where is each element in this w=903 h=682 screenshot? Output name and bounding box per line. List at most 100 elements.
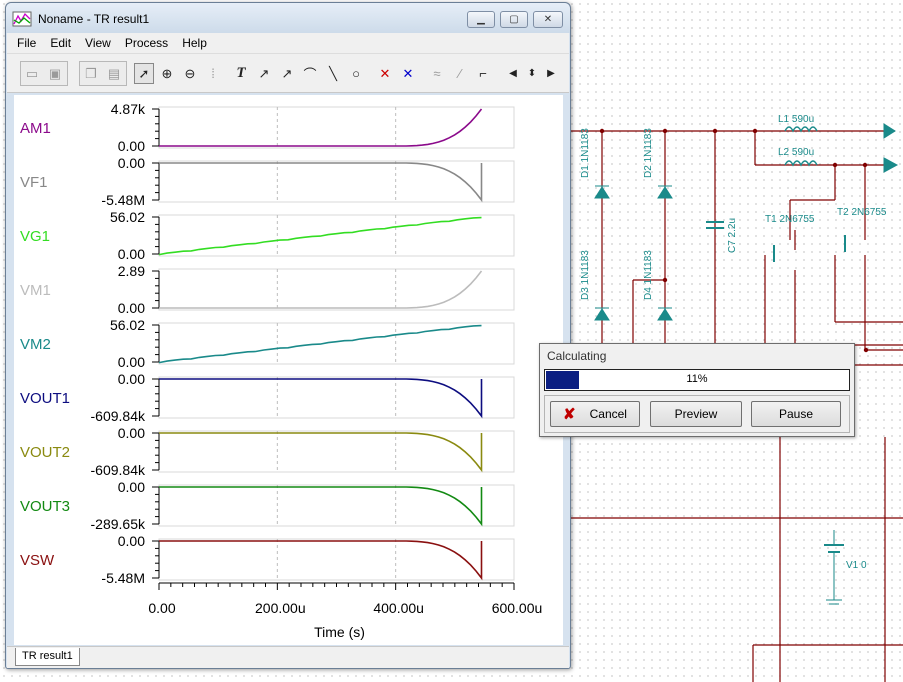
chart-app-icon [12, 11, 32, 27]
inductor-coils [784, 126, 818, 167]
grid-icon[interactable]: ⁞ [203, 63, 223, 84]
y-bottom-label: 0.00 [118, 300, 145, 316]
copy-icon[interactable]: ❐ [81, 63, 101, 84]
text-icon[interactable]: T [231, 63, 251, 84]
pause-button[interactable]: Pause [751, 401, 841, 427]
y-top-label: 0.00 [118, 155, 145, 171]
preview-button-label: Preview [674, 407, 718, 421]
signal-name-vf1[interactable]: VF1 [20, 174, 48, 191]
calculating-dialog: Calculating 11% ✘ Cancel Preview Pause [539, 343, 855, 437]
trace-vout1[interactable] [159, 378, 483, 419]
title-bar[interactable]: Noname - TR result1 ▁ ▢ ✕ [6, 3, 570, 33]
label-d2: D2 1N1183 [643, 128, 654, 178]
menu-edit[interactable]: Edit [50, 36, 71, 50]
preview-button[interactable]: Preview [650, 401, 742, 427]
close-icon: ✕ [543, 14, 553, 25]
signal-name-vout1[interactable]: VOUT1 [20, 390, 70, 407]
label-d1: D1 1N1183 [580, 128, 591, 178]
label-d3: D3 1N1183 [580, 250, 591, 300]
trace-frame [158, 376, 515, 419]
line-icon[interactable]: ╲ [323, 63, 343, 84]
x-tick-label: 0.00 [148, 600, 175, 616]
maximize-icon: ▢ [509, 14, 519, 25]
trace-frame [158, 484, 515, 527]
scroll-updown-icon[interactable]: ⬍ [522, 63, 542, 84]
signal-name-vout2[interactable]: VOUT2 [20, 444, 70, 461]
waveform-chart[interactable]: AM14.87k0.00VF10.00-5.48MVG156.020.00VM1… [14, 95, 563, 645]
circle-icon[interactable]: ○ [346, 63, 366, 84]
x-tick-label: 400.00u [373, 600, 424, 616]
trace-vg1[interactable] [158, 216, 482, 256]
y-top-label: 0.00 [118, 533, 145, 549]
x-axis-label: Time (s) [314, 624, 365, 640]
trace-vout3[interactable] [159, 486, 483, 527]
signal-name-vsw[interactable]: VSW [20, 552, 55, 569]
maximize-button[interactable]: ▢ [500, 11, 528, 28]
trace-frame [158, 160, 515, 203]
trace-vout2[interactable] [159, 432, 483, 473]
cursor-a-icon[interactable]: ✕ [375, 63, 395, 84]
menu-help[interactable]: Help [182, 36, 207, 50]
cursor-b-icon[interactable]: ✕ [398, 63, 418, 84]
trace-vf1[interactable] [159, 162, 483, 203]
label-curve-icon[interactable]: ↗ [254, 63, 274, 84]
trace-vm2[interactable] [158, 324, 482, 364]
tr-result-window: Noname - TR result1 ▁ ▢ ✕ File Edit View… [5, 2, 571, 669]
plot-area[interactable]: AM1 4.87k 0.00 VF1 0.00 -5.48M VG1 56.02 0.00 VM1… [14, 95, 563, 645]
zoom-in-icon[interactable]: ⊕ [157, 63, 177, 84]
trace-frame [158, 538, 515, 581]
signal-name-vm2[interactable]: VM2 [20, 336, 51, 353]
minimize-button[interactable]: ▁ [467, 11, 495, 28]
signal-name-vg1[interactable]: VG1 [20, 228, 50, 245]
signal-name-vout3[interactable]: VOUT3 [20, 498, 70, 515]
probe-icon[interactable]: ∕ [450, 63, 470, 84]
trace-am1[interactable] [159, 108, 483, 147]
window-title: Noname - TR result1 [38, 12, 150, 26]
trace-frame [158, 214, 515, 257]
save-icon[interactable]: ▣ [45, 63, 65, 84]
menu-process[interactable]: Process [125, 36, 168, 50]
trace-frame [158, 268, 515, 311]
y-bottom-label: -5.48M [101, 192, 145, 208]
menu-file[interactable]: File [17, 36, 36, 50]
open-icon[interactable]: ▭ [22, 63, 42, 84]
y-bottom-label: 0.00 [118, 138, 145, 154]
close-button[interactable]: ✕ [533, 11, 563, 28]
label-v1: V1 0 [846, 560, 867, 571]
y-top-label: 2.89 [118, 263, 145, 279]
menu-view[interactable]: View [85, 36, 111, 50]
y-top-label: 0.00 [118, 425, 145, 441]
progress-text: 11% [686, 373, 708, 385]
pointer-icon[interactable]: ➚ [134, 63, 154, 84]
wave-icon[interactable]: ≈ [427, 63, 447, 84]
trace-frame [158, 322, 515, 365]
scroll-left-icon[interactable]: ◀ [503, 63, 523, 84]
signal-name-am1[interactable]: AM1 [20, 120, 51, 137]
progress-bar: 11% [544, 369, 850, 391]
x-tick-label: 200.00u [255, 600, 306, 616]
step-icon[interactable]: ⌐ [473, 63, 493, 84]
label-t2: T2 2N6755 [837, 207, 887, 218]
label-point-icon[interactable]: ↗ [277, 63, 297, 84]
tab-tr-result1[interactable]: TR result1 [15, 648, 80, 666]
label-l1: L1 590u [778, 114, 814, 125]
y-top-label: 4.87k [111, 101, 146, 117]
trace-vsw[interactable] [159, 540, 483, 581]
signal-name-vm1[interactable]: VM1 [20, 282, 51, 299]
cancel-button-label: Cancel [589, 407, 627, 421]
minimize-icon: ▁ [477, 14, 485, 25]
trace-vm1[interactable] [159, 270, 483, 309]
label-d4: D4 1N1183 [643, 250, 654, 300]
paste-icon[interactable]: ▤ [104, 63, 124, 84]
y-bottom-label: -289.65k [91, 516, 146, 532]
y-bottom-label: -5.48M [101, 570, 145, 586]
trace-frame [158, 106, 515, 149]
scroll-right-icon[interactable]: ▶ [541, 63, 561, 84]
y-top-label: 56.02 [110, 209, 145, 225]
y-bottom-label: -609.84k [91, 408, 146, 424]
cancel-button[interactable]: ✘ Cancel [550, 401, 640, 427]
label-l2: L2 590u [778, 147, 814, 158]
y-top-label: 0.00 [118, 371, 145, 387]
zoom-100-icon[interactable]: ⊖ [180, 63, 200, 84]
label-axis-icon[interactable]: ⌒ [300, 63, 320, 84]
